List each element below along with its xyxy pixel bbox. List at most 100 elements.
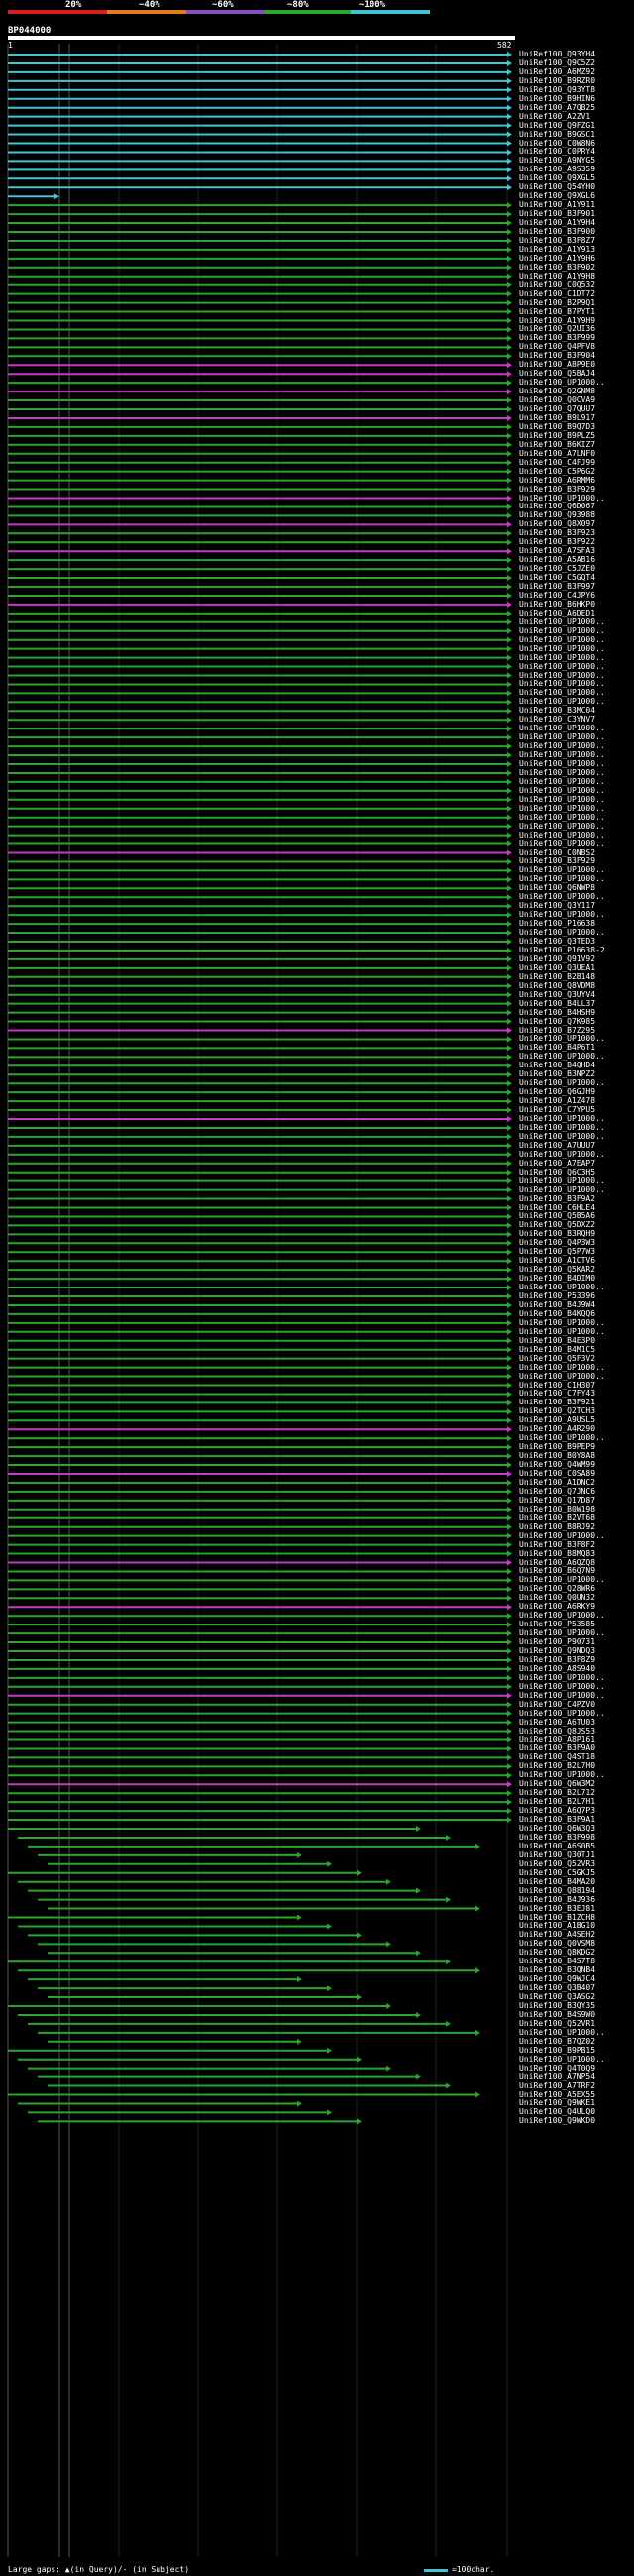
hit-end-arrow (507, 1133, 512, 1140)
hit-end-arrow (507, 681, 512, 688)
hit-end-arrow (507, 1532, 512, 1539)
hit-end-arrow (507, 912, 512, 919)
hit-end-arrow (507, 1258, 512, 1265)
hit-end-arrow (507, 158, 512, 165)
hit-end-arrow (507, 1541, 512, 1548)
hit-end-arrow (386, 2065, 391, 2072)
hit-end-arrow (327, 2109, 332, 2116)
hit-end-arrow (507, 805, 512, 812)
hit-end-arrow (507, 1124, 512, 1131)
hit-end-arrow (507, 1080, 512, 1087)
hit-end-arrow (327, 2047, 332, 2054)
hit-end-arrow (507, 1186, 512, 1193)
hit-end-arrow (297, 1851, 302, 1858)
hit-end-arrow (507, 414, 512, 421)
hit-end-arrow (507, 459, 512, 466)
hit-end-arrow (507, 752, 512, 759)
hit-end-arrow (507, 1089, 512, 1096)
hit-end-arrow (507, 663, 512, 670)
footer-scale-legend: =100char. (452, 2565, 495, 2574)
hit-end-arrow (507, 1417, 512, 1424)
hit-end-arrow (416, 1887, 421, 1894)
hit-end-arrow (507, 113, 512, 120)
hit-end-arrow (507, 1177, 512, 1184)
hit-end-arrow (507, 1799, 512, 1806)
hit-end-arrow (507, 406, 512, 412)
hit-end-arrow (507, 1107, 512, 1114)
hit-end-arrow (507, 1683, 512, 1690)
hit-end-arrow (507, 95, 512, 102)
hit-end-arrow (507, 823, 512, 830)
hit-end-arrow (507, 281, 512, 288)
hit-end-arrow (507, 371, 512, 378)
hit-end-arrow (507, 504, 512, 510)
hit-end-arrow (507, 1648, 512, 1654)
hit-end-arrow (507, 1613, 512, 1620)
hit-end-arrow (507, 1293, 512, 1299)
hit-end-arrow (507, 362, 512, 369)
hit-end-arrow (507, 441, 512, 448)
hit-end-arrow (507, 849, 512, 856)
hit-label[interactable]: UniRef100_Q9WKD0 (519, 2116, 595, 2126)
hit-end-arrow (507, 52, 512, 57)
hit-end-arrow (507, 1550, 512, 1557)
hit-end-arrow (446, 1896, 451, 1903)
hit-end-arrow (507, 1772, 512, 1779)
hit-end-arrow (507, 903, 512, 910)
hit-end-arrow (507, 1337, 512, 1344)
hit-end-arrow (507, 530, 512, 537)
hit-end-arrow (507, 211, 512, 218)
hit-end-arrow (507, 885, 512, 892)
hit-end-arrow (416, 1826, 421, 1832)
hit-end-arrow (507, 495, 512, 502)
hit-end-arrow (507, 202, 512, 209)
hit-end-arrow (357, 2118, 362, 2125)
hit-end-arrow (507, 122, 512, 129)
hit-end-arrow (507, 140, 512, 147)
hit-end-arrow (357, 2056, 362, 2063)
hit-end-arrow (507, 690, 512, 697)
hit-end-arrow (507, 1728, 512, 1735)
hit-end-arrow (507, 575, 512, 582)
footer-gaps-legend: Large gaps: ▲(in Query)/- (in Subject) (8, 2565, 190, 2574)
hit-end-arrow (507, 512, 512, 519)
hit-end-arrow (416, 1950, 421, 1957)
hit-end-arrow (507, 423, 512, 430)
hit-end-arrow (507, 1276, 512, 1283)
hit-end-arrow (507, 149, 512, 156)
hit-end-arrow (507, 220, 512, 227)
hit-end-arrow (507, 237, 512, 244)
hit-end-arrow (507, 1373, 512, 1380)
hit-end-arrow (507, 1319, 512, 1326)
hit-end-arrow (476, 1905, 480, 1912)
hit-end-arrow (507, 1604, 512, 1611)
hit-end-arrow (476, 1967, 480, 1974)
hit-end-arrow (507, 246, 512, 253)
hit-end-arrow (507, 477, 512, 484)
hit-end-arrow (507, 1063, 512, 1069)
hit-end-arrow (507, 1523, 512, 1530)
hit-end-arrow (507, 77, 512, 84)
hit-end-arrow (507, 432, 512, 439)
hit-end-arrow (357, 1869, 362, 1876)
hit-end-arrow (507, 86, 512, 93)
hit-end-arrow (507, 1009, 512, 1016)
hit-end-arrow (507, 939, 512, 945)
hit-end-arrow (357, 1932, 362, 1939)
hit-end-arrow (446, 1959, 451, 1965)
hit-end-arrow (507, 1586, 512, 1593)
hit-end-arrow (507, 1719, 512, 1726)
hit-end-arrow (507, 308, 512, 315)
hit-end-arrow (507, 175, 512, 182)
hit-end-arrow (507, 273, 512, 280)
hit-end-arrow (507, 1506, 512, 1512)
hit-end-arrow (507, 787, 512, 794)
hit-end-arrow (507, 1018, 512, 1025)
hit-end-arrow (446, 2020, 451, 2027)
hit-end-arrow (507, 1754, 512, 1761)
hit-end-arrow (507, 734, 512, 741)
hit-end-arrow (507, 699, 512, 706)
hit-end-arrow (54, 193, 59, 200)
hit-end-arrow (507, 131, 512, 138)
hit-end-arrow (507, 548, 512, 555)
